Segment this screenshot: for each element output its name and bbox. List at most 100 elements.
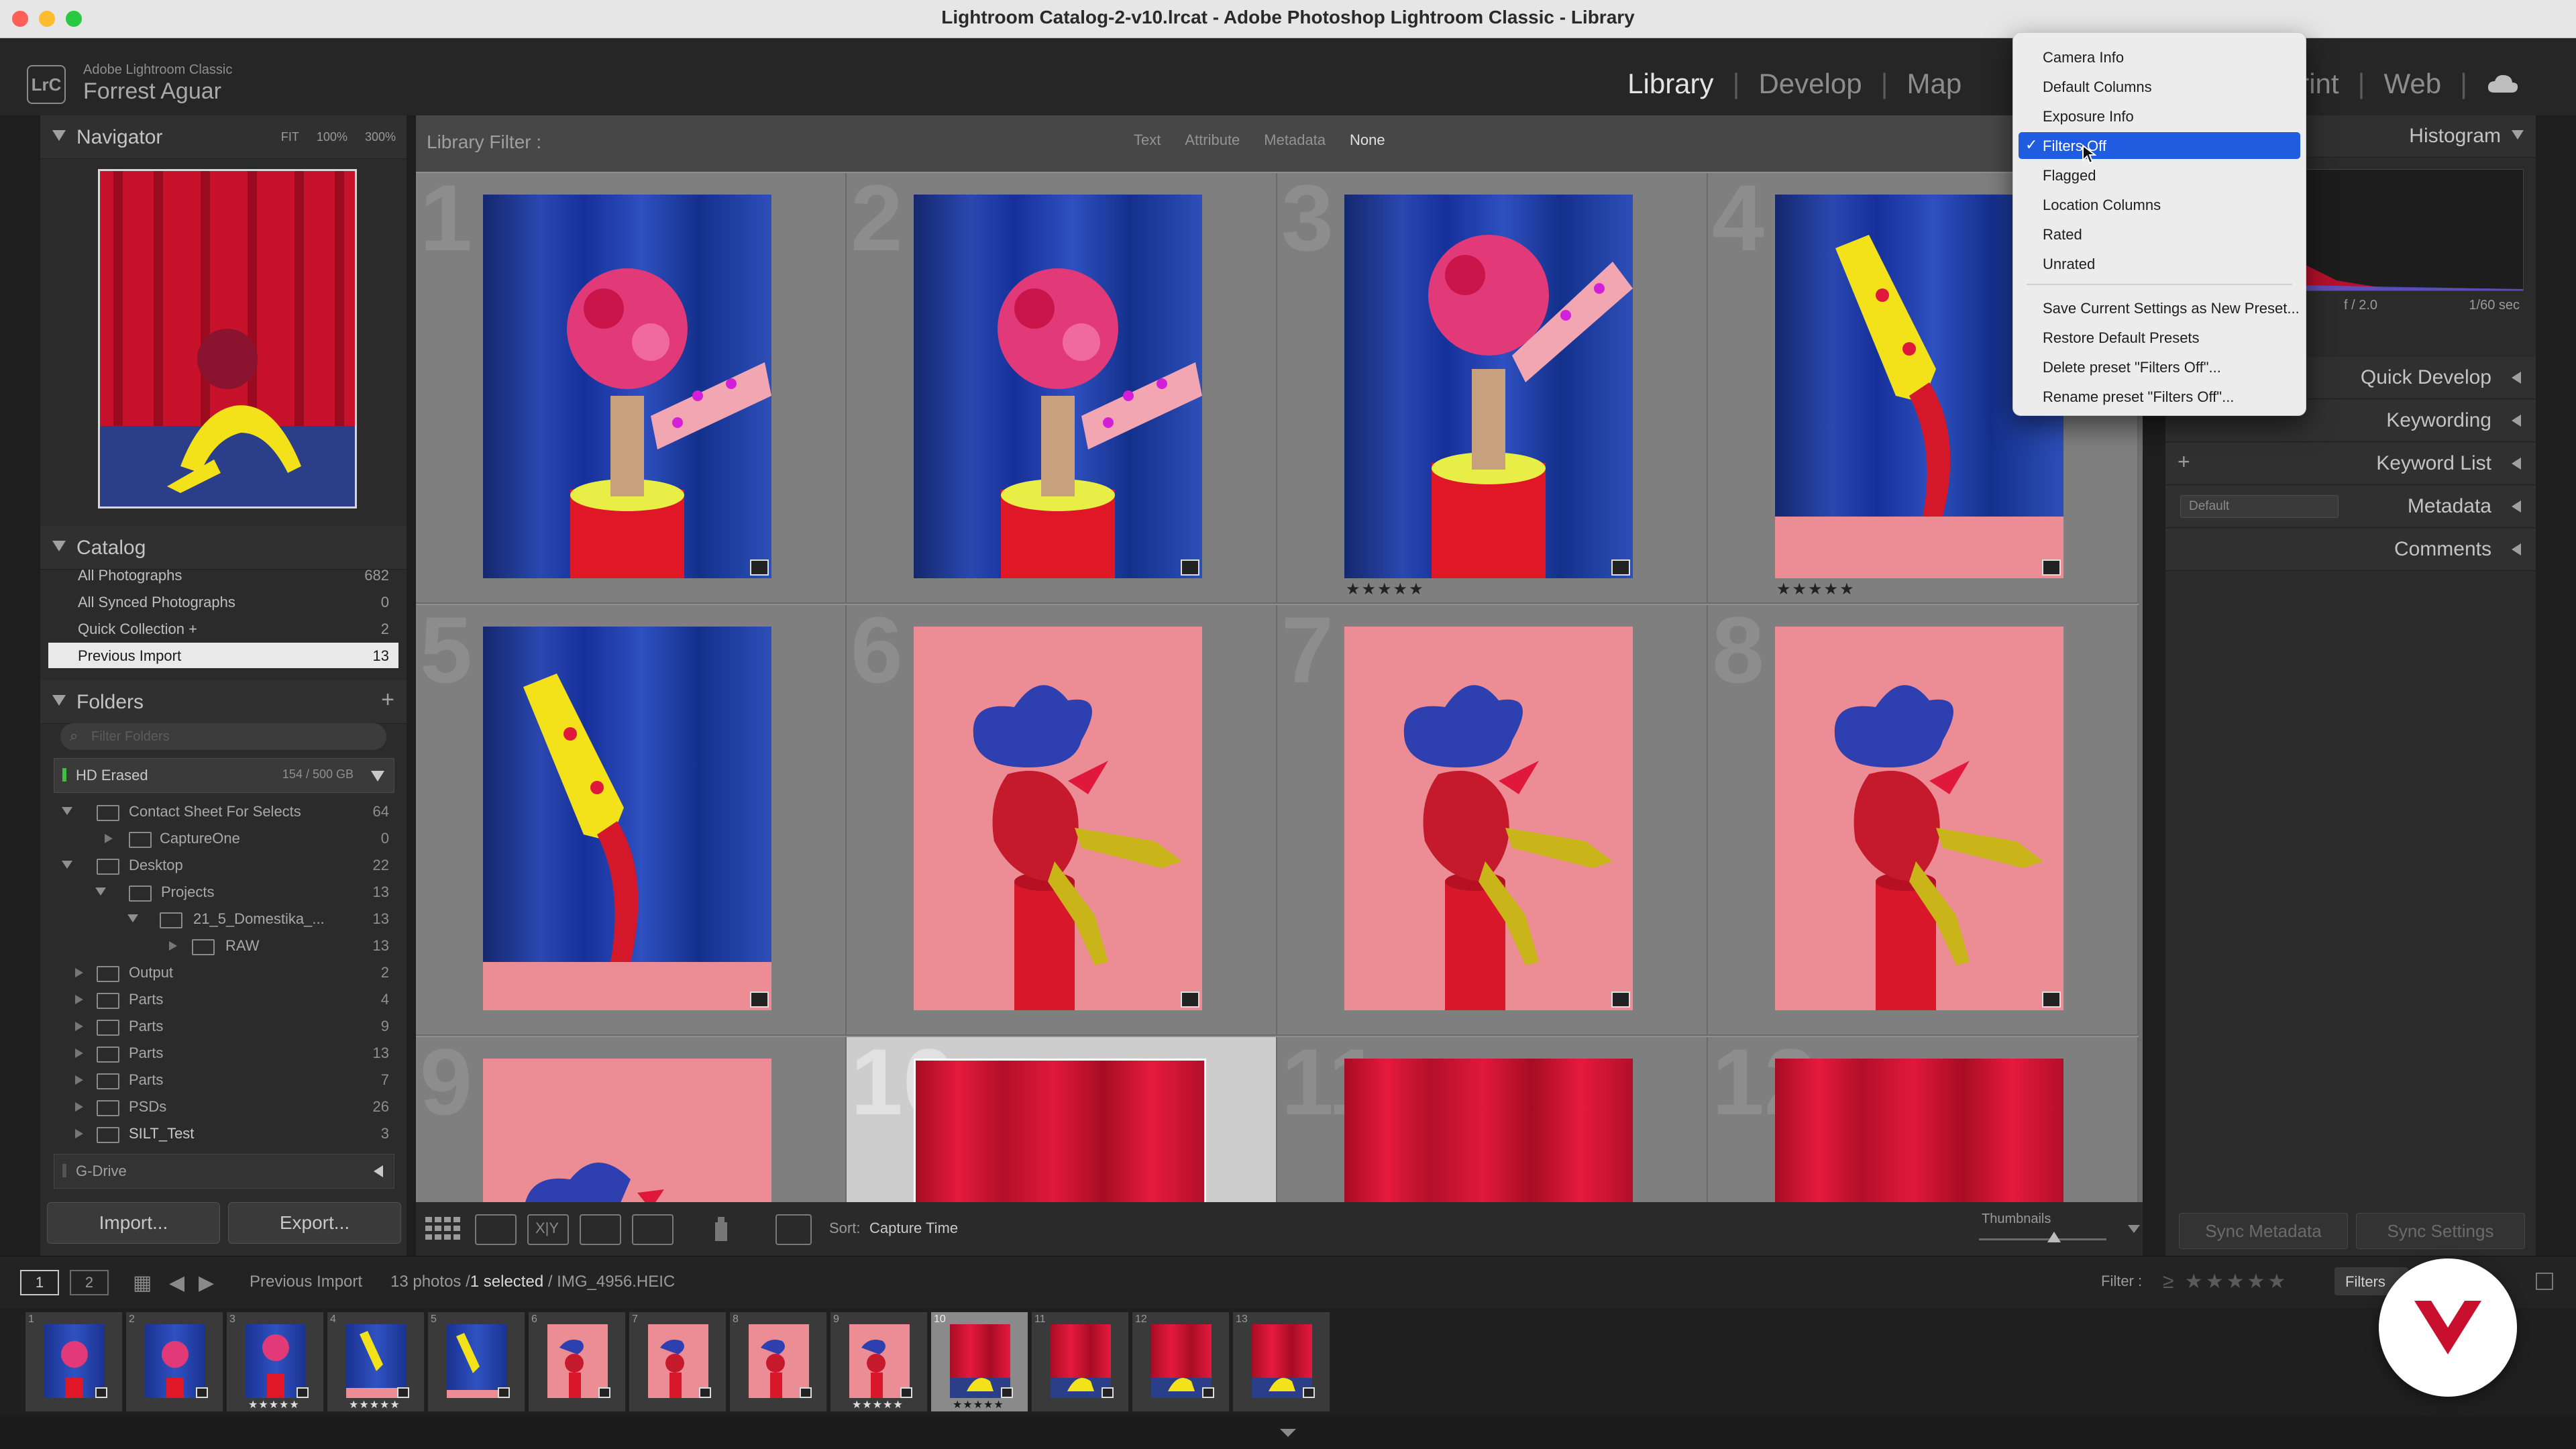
- sort-select[interactable]: Capture Time: [869, 1220, 958, 1237]
- grid-cell-6[interactable]: 6: [847, 605, 1277, 1036]
- photo-thumbnail[interactable]: [483, 195, 771, 578]
- grid-cell-5[interactable]: 5: [416, 605, 847, 1036]
- catalog-item-all-photographs[interactable]: All Photographs 682: [48, 562, 398, 588]
- folder-parts-3[interactable]: Parts 13: [48, 1040, 398, 1065]
- volume-g-drive[interactable]: G-Drive: [54, 1154, 394, 1189]
- zoom-100[interactable]: 100%: [317, 130, 347, 144]
- folder-desktop[interactable]: Desktop 22: [48, 852, 398, 877]
- folder-filter-input[interactable]: ⌕ Filter Folders: [60, 723, 386, 750]
- selected-file-name[interactable]: / IMG_4956.HEIC: [548, 1273, 675, 1291]
- photo-thumbnail[interactable]: [483, 1059, 771, 1202]
- expand-icon[interactable]: [169, 941, 177, 951]
- photo-thumbnail[interactable]: [1775, 627, 2063, 1010]
- cloud-icon[interactable]: [2486, 72, 2520, 95]
- expand-icon[interactable]: [75, 968, 83, 977]
- brand-logo-button[interactable]: [2379, 1258, 2517, 1397]
- folder-psds[interactable]: PSDs 26: [48, 1093, 398, 1119]
- expand-icon[interactable]: [75, 1049, 83, 1058]
- folder-projects[interactable]: Projects 13: [48, 879, 398, 904]
- expand-icon[interactable]: [75, 1129, 83, 1138]
- volume-expand-icon[interactable]: [374, 1165, 383, 1177]
- module-web[interactable]: Web: [2383, 68, 2441, 100]
- sync-settings-button[interactable]: Sync Settings: [2356, 1213, 2525, 1249]
- add-folder-icon[interactable]: +: [381, 687, 394, 713]
- expand-icon[interactable]: [75, 1022, 83, 1031]
- grid-icon[interactable]: ▦: [133, 1271, 152, 1295]
- menu-item-exposure-info[interactable]: Exposure Info: [2019, 103, 2300, 129]
- filmstrip-thumbnail[interactable]: 11: [1032, 1312, 1129, 1411]
- catalog-item-all-synced[interactable]: All Synced Photographs 0: [48, 589, 398, 614]
- menu-item-delete-preset[interactable]: Delete preset "Filters Off"...: [2019, 354, 2300, 380]
- grid-cell-1[interactable]: 1: [416, 173, 847, 604]
- folders-header[interactable]: Folders +: [40, 680, 407, 724]
- sync-metadata-button[interactable]: Sync Metadata: [2179, 1213, 2348, 1249]
- filmstrip-thumbnail[interactable]: 2: [126, 1312, 223, 1411]
- primary-window-button[interactable]: 1: [20, 1270, 59, 1295]
- add-keyword-icon[interactable]: +: [2178, 449, 2190, 474]
- filmstrip-thumbnail[interactable]: 12: [1132, 1312, 1230, 1411]
- filmstrip-thumbnail[interactable]: 7: [629, 1312, 727, 1411]
- photo-thumbnail[interactable]: [1344, 1059, 1633, 1202]
- rating-stars[interactable]: ★★★★★: [1346, 580, 1425, 599]
- photo-thumbnail[interactable]: [914, 627, 1202, 1010]
- compare-view-icon[interactable]: X|Y: [527, 1214, 569, 1245]
- menu-item-rated[interactable]: Rated: [2019, 221, 2300, 248]
- filmstrip-thumbnail[interactable]: 13: [1233, 1312, 1330, 1411]
- grid-cell-10[interactable]: 10: [847, 1037, 1277, 1203]
- catalog-item-previous-import[interactable]: Previous Import 13: [48, 643, 398, 668]
- filmstrip-thumbnail-selected[interactable]: 10 ★★★★★: [931, 1312, 1028, 1411]
- navigator-preview[interactable]: [98, 169, 357, 508]
- grid-cell-11[interactable]: 11: [1277, 1037, 1708, 1203]
- export-button[interactable]: Export...: [228, 1202, 401, 1244]
- folder-parts-2[interactable]: Parts 9: [48, 1013, 398, 1038]
- menu-item-rename-preset[interactable]: Rename preset "Filters Off"...: [2019, 383, 2300, 410]
- thumbnail-slider-handle[interactable]: [2047, 1232, 2061, 1242]
- loupe-view-icon[interactable]: [475, 1214, 517, 1245]
- filter-tab-none[interactable]: None: [1350, 131, 1385, 149]
- expand-icon[interactable]: [75, 1102, 83, 1112]
- module-develop[interactable]: Develop: [1758, 68, 1862, 100]
- grid-cell-7[interactable]: 7: [1277, 605, 1708, 1036]
- toolbar-menu-chevron-down-icon[interactable]: [2128, 1225, 2140, 1233]
- metadata-header[interactable]: Default Metadata: [2165, 486, 2536, 528]
- volume-collapse-icon[interactable]: [371, 771, 384, 782]
- expand-icon[interactable]: [127, 914, 138, 922]
- filmstrip-toggle-chevron-down-icon[interactable]: [1280, 1429, 1296, 1437]
- thumbnail-size-slider[interactable]: [1979, 1238, 2106, 1240]
- module-map[interactable]: Map: [1907, 68, 1962, 100]
- expand-icon[interactable]: [62, 807, 72, 815]
- sort-direction-icon[interactable]: [775, 1214, 812, 1245]
- back-arrow-icon[interactable]: ◀: [169, 1271, 184, 1295]
- people-view-icon[interactable]: [632, 1214, 674, 1245]
- navigator-header[interactable]: Navigator FIT 100% 300%: [40, 115, 407, 159]
- expand-icon[interactable]: [75, 1075, 83, 1085]
- filmstrip-thumbnail[interactable]: 9 ★★★★★: [830, 1312, 928, 1411]
- folder-domestika[interactable]: 21_5_Domestika_... 13: [48, 906, 398, 931]
- menu-item-unrated[interactable]: Unrated: [2019, 250, 2300, 277]
- filter-tab-attribute[interactable]: Attribute: [1185, 131, 1240, 149]
- module-library[interactable]: Library: [1627, 68, 1713, 100]
- grid-cell-3[interactable]: 3 ★★★★★: [1277, 173, 1708, 604]
- expand-icon[interactable]: [105, 834, 113, 843]
- folder-raw[interactable]: RAW 13: [48, 932, 398, 958]
- folder-captureone[interactable]: CaptureOne 0: [48, 825, 398, 851]
- collapse-icon[interactable]: [2512, 130, 2524, 140]
- photo-thumbnail[interactable]: [914, 195, 1202, 578]
- secondary-window-button[interactable]: 2: [70, 1270, 109, 1295]
- rating-stars[interactable]: ★★★★★: [1776, 580, 1856, 599]
- zoom-300[interactable]: 300%: [365, 130, 396, 144]
- photo-thumbnail[interactable]: [1775, 1059, 2063, 1202]
- expand-icon[interactable]: [62, 861, 72, 869]
- filter-tab-metadata[interactable]: Metadata: [1264, 131, 1326, 149]
- expand-icon[interactable]: [95, 888, 106, 896]
- photo-thumbnail[interactable]: [1344, 195, 1633, 578]
- import-button[interactable]: Import...: [47, 1202, 220, 1244]
- forward-arrow-icon[interactable]: ▶: [199, 1271, 214, 1295]
- photo-thumbnail[interactable]: [483, 627, 771, 1010]
- expand-icon[interactable]: [75, 995, 83, 1004]
- menu-item-location-columns[interactable]: Location Columns: [2019, 191, 2300, 218]
- folder-silt-test[interactable]: SILT_Test 3: [48, 1120, 398, 1146]
- grid-cell-2[interactable]: 2: [847, 173, 1277, 604]
- folder-output[interactable]: Output 2: [48, 959, 398, 985]
- catalog-item-quick-collection[interactable]: Quick Collection + 2: [48, 616, 398, 641]
